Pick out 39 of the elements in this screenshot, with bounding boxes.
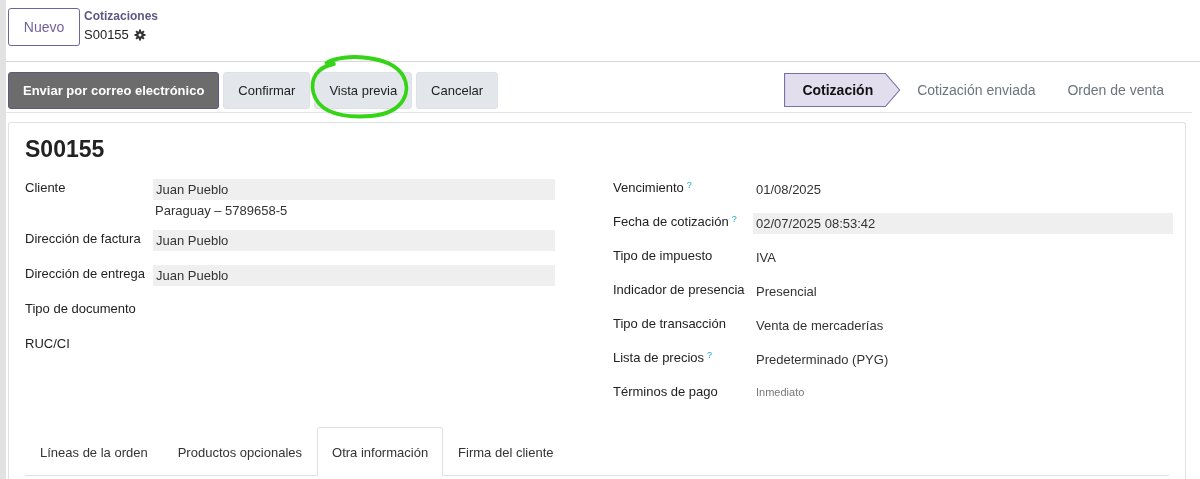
new-button[interactable]: Nuevo: [8, 8, 80, 46]
field-value[interactable]: Venta de mercaderías: [753, 315, 1173, 336]
action-button[interactable]: Enviar por correo electrónico: [8, 71, 220, 109]
action-button[interactable]: Cancelar: [416, 71, 499, 109]
action-button[interactable]: Confirmar: [223, 71, 311, 109]
field-label: Vencimiento: [613, 180, 684, 195]
field-value[interactable]: Juan Pueblo: [153, 265, 555, 286]
tab[interactable]: Productos opcionales: [162, 428, 317, 476]
field-label: Cliente: [25, 180, 66, 195]
field-label: Tipo de impuesto: [613, 248, 713, 263]
field-value[interactable]: Juan Pueblo: [153, 179, 555, 200]
field-label: Indicador de presencia: [613, 282, 745, 297]
field-value[interactable]: Predeterminado (PYG): [753, 349, 1173, 370]
field-label: Términos de pago: [613, 384, 718, 399]
field-value[interactable]: 02/07/2025 08:53:42: [753, 213, 1173, 234]
breadcrumb-link[interactable]: Cotizaciones: [84, 9, 158, 23]
action-button[interactable]: Vista previa: [314, 71, 413, 109]
address-text: Paraguay – 5789658-5: [154, 203, 289, 218]
status-step[interactable]: Orden de venta: [1051, 73, 1180, 107]
field-label: Fecha de cotización: [613, 214, 729, 229]
tab[interactable]: Líneas de la orden: [25, 428, 163, 476]
tab[interactable]: Firma del cliente: [443, 428, 569, 476]
status-step[interactable]: Cotización enviada: [901, 73, 1052, 107]
field-label: Tipo de transacción: [613, 316, 726, 331]
field-label: Dirección de entrega: [25, 266, 145, 281]
field-value[interactable]: IVA: [753, 247, 1173, 268]
field-value[interactable]: Presencial: [753, 281, 1173, 302]
field-placeholder[interactable]: Inmediato: [753, 383, 1173, 401]
tab[interactable]: Otra información: [317, 427, 444, 476]
record-title: S00155: [25, 135, 106, 163]
field-label: RUC/CI: [25, 336, 70, 351]
gear-icon[interactable]: [133, 28, 146, 41]
record-name: S00155: [84, 27, 129, 42]
field-label: Tipo de documento: [25, 301, 136, 316]
field-value[interactable]: Juan Pueblo: [153, 230, 555, 251]
field-label: Lista de precios: [613, 350, 705, 365]
field-label: Dirección de factura: [25, 231, 141, 246]
status-step[interactable]: Cotización: [784, 73, 902, 107]
field-value[interactable]: 01/08/2025: [753, 179, 1173, 200]
